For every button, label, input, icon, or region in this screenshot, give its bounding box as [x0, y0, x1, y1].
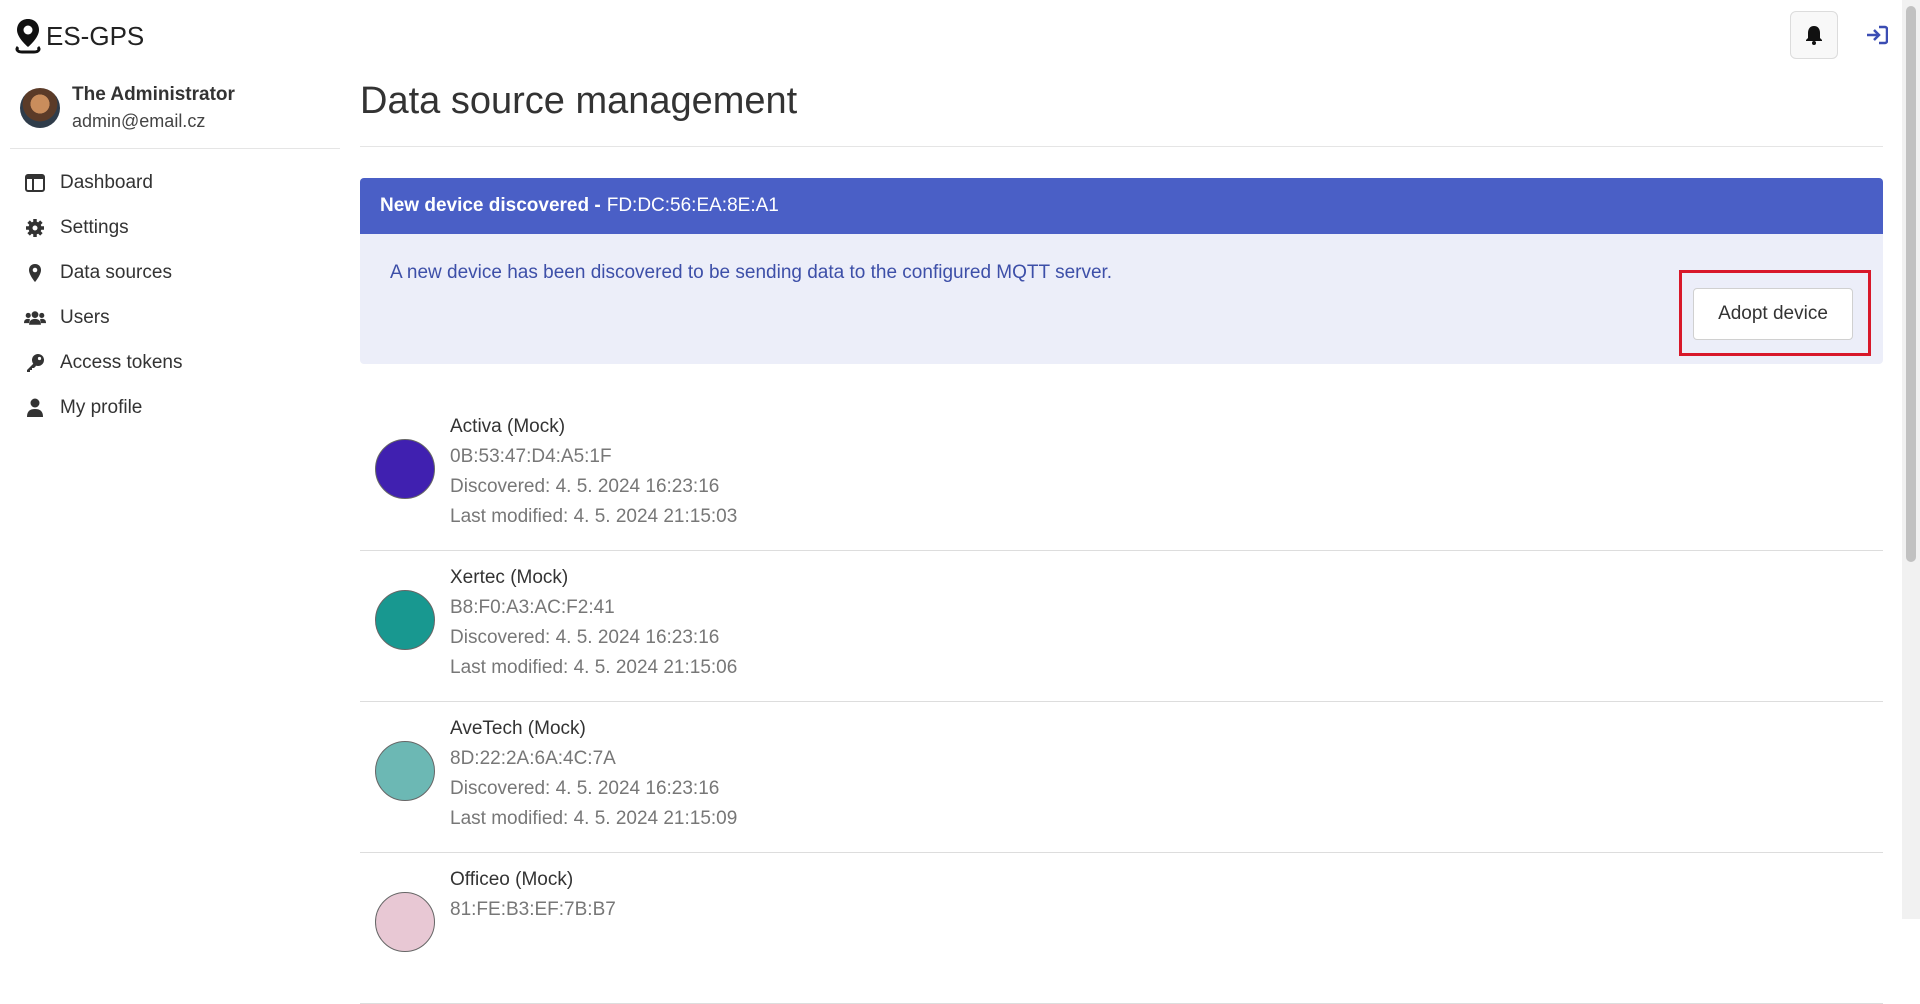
- device-list: Activa (Mock) 0B:53:47:D4:A5:1F Discover…: [360, 400, 1883, 1004]
- sidebar-item-users[interactable]: Users: [10, 296, 340, 341]
- alert-mac: FD:DC:56:EA:8E:A1: [606, 195, 779, 216]
- sidebar-item-label: Users: [60, 307, 110, 329]
- gear-icon: [24, 217, 46, 239]
- device-color-dot: [375, 590, 435, 650]
- device-name: AveTech (Mock): [450, 718, 586, 739]
- alert-header: New device discovered - FD:DC:56:EA:8E:A…: [360, 178, 1883, 234]
- device-discovered: Discovered: 4. 5. 2024 16:23:16: [450, 627, 720, 648]
- device-color-dot: [375, 892, 435, 952]
- device-name: Officeo (Mock): [450, 869, 574, 890]
- device-name: Xertec (Mock): [450, 567, 569, 588]
- user-name: The Administrator: [72, 84, 235, 105]
- sidebar-nav: Dashboard Settings Data sources Users Ac…: [10, 161, 340, 431]
- scrollbar[interactable]: [1902, 0, 1920, 919]
- notifications-button[interactable]: [1790, 11, 1838, 59]
- list-item[interactable]: Xertec (Mock) B8:F0:A3:AC:F2:41 Discover…: [360, 551, 1883, 702]
- sidebar-item-access-tokens[interactable]: Access tokens: [10, 341, 340, 386]
- user-icon: [24, 397, 46, 419]
- alert-body: A new device has been discovered to be s…: [360, 234, 1883, 364]
- main-content: Data source management New device discov…: [360, 70, 1883, 1004]
- device-modified: Last modified: 4. 5. 2024 21:15:06: [450, 657, 738, 678]
- sidebar: The Administrator admin@email.cz Dashboa…: [10, 70, 340, 431]
- user-email: admin@email.cz: [72, 110, 206, 131]
- device-modified: Last modified: 4. 5. 2024 21:15:09: [450, 808, 738, 829]
- device-name: Activa (Mock): [450, 416, 566, 437]
- device-color-dot: [375, 439, 435, 499]
- avatar: [20, 87, 60, 128]
- map-pin-logo-icon: [15, 19, 41, 54]
- sidebar-item-label: Dashboard: [60, 172, 153, 194]
- device-mac: 81:FE:B3:EF:7B:B7: [450, 899, 616, 920]
- device-discovered: Discovered: 4. 5. 2024 16:23:16: [450, 476, 720, 497]
- sidebar-item-label: Settings: [60, 217, 129, 239]
- scrollbar-thumb[interactable]: [1906, 6, 1916, 562]
- page-title: Data source management: [360, 70, 1883, 147]
- device-discovered: Discovered: 4. 5. 2024 16:23:16: [450, 778, 720, 799]
- dashboard-icon: [24, 172, 46, 194]
- new-device-alert: New device discovered - FD:DC:56:EA:8E:A…: [360, 178, 1883, 364]
- alert-message: A new device has been discovered to be s…: [390, 262, 1113, 283]
- list-item[interactable]: AveTech (Mock) 8D:22:2A:6A:4C:7A Discove…: [360, 702, 1883, 853]
- sidebar-item-settings[interactable]: Settings: [10, 206, 340, 251]
- sidebar-item-label: Data sources: [60, 262, 172, 284]
- list-item[interactable]: Activa (Mock) 0B:53:47:D4:A5:1F Discover…: [360, 400, 1883, 551]
- sidebar-item-my-profile[interactable]: My profile: [10, 386, 340, 431]
- device-modified: Last modified: 4. 5. 2024 21:15:03: [450, 506, 738, 527]
- device-color-dot: [375, 741, 435, 801]
- key-icon: [24, 352, 46, 374]
- bell-icon: [1806, 26, 1822, 45]
- adopt-device-button[interactable]: Adopt device: [1693, 288, 1853, 340]
- sidebar-item-data-sources[interactable]: Data sources: [10, 251, 340, 296]
- sidebar-item-label: Access tokens: [60, 352, 183, 374]
- map-marker-icon: [24, 262, 46, 284]
- app-title: ES-GPS: [46, 20, 145, 51]
- device-mac: B8:F0:A3:AC:F2:41: [450, 597, 615, 618]
- sign-in-icon[interactable]: [1864, 22, 1890, 48]
- user-card[interactable]: The Administrator admin@email.cz: [10, 70, 340, 149]
- device-mac: 0B:53:47:D4:A5:1F: [450, 446, 612, 467]
- top-bar: ES-GPS: [0, 0, 1900, 70]
- alert-heading: New device discovered -: [380, 195, 601, 216]
- sidebar-item-label: My profile: [60, 397, 143, 419]
- device-mac: 8D:22:2A:6A:4C:7A: [450, 748, 616, 769]
- users-icon: [24, 307, 46, 329]
- brand[interactable]: ES-GPS: [14, 16, 144, 56]
- sidebar-item-dashboard[interactable]: Dashboard: [10, 161, 340, 206]
- list-item[interactable]: Officeo (Mock) 81:FE:B3:EF:7B:B7: [360, 853, 1883, 1004]
